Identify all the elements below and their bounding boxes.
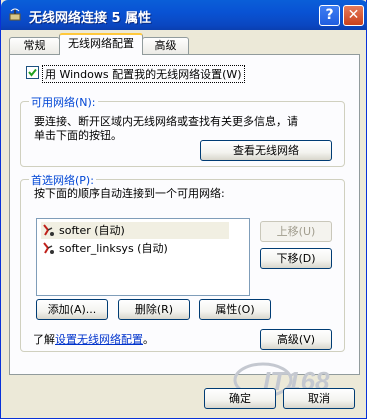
- learn-about-text: 了解设置无线网络配置。: [33, 331, 154, 347]
- add-button[interactable]: 添加(A)...: [36, 299, 108, 320]
- list-item[interactable]: softer_linksys (自动): [41, 240, 168, 257]
- tab-general[interactable]: 常规: [9, 37, 60, 54]
- checkmark-icon: [28, 68, 37, 77]
- available-description-line2: 单击下面的按钮。: [34, 129, 122, 142]
- title-bar[interactable]: 无线网络连接 5 属性 ? ✕: [1, 0, 367, 30]
- network-name: softer (自动): [59, 224, 125, 237]
- help-button[interactable]: ?: [319, 5, 340, 26]
- properties-dialog: 无线网络连接 5 属性 ? ✕ 常规 无线网络配置 高级 用 Windows 配…: [0, 0, 367, 419]
- list-item[interactable]: softer (自动): [41, 222, 229, 239]
- preferred-networks-list[interactable]: softer (自动) softer_linksys (自动): [36, 218, 250, 296]
- learn-prefix: 了解: [33, 333, 55, 346]
- preferred-description: 按下面的顺序自动连接到一个可用网络:: [34, 187, 225, 200]
- advanced-button[interactable]: 高级(V): [260, 329, 332, 350]
- available-networks-legend: 可用网络(N):: [29, 94, 98, 110]
- network-connection-icon: [9, 8, 21, 21]
- wireless-network-icon: [43, 224, 54, 236]
- ok-button[interactable]: 确定: [204, 388, 276, 409]
- move-down-button[interactable]: 下移(D): [260, 248, 332, 269]
- network-name: softer_linksys (自动): [59, 242, 168, 255]
- remove-button[interactable]: 删除(R): [118, 299, 190, 320]
- windows-config-checkbox[interactable]: [26, 66, 39, 79]
- learn-suffix: 。: [143, 333, 154, 346]
- windows-config-label[interactable]: 用 Windows 配置我的无线网络设置(W): [42, 65, 245, 83]
- tab-advanced[interactable]: 高级: [142, 37, 189, 54]
- move-up-button[interactable]: 上移(U): [260, 221, 332, 242]
- tab-wireless-networks[interactable]: 无线网络配置: [59, 33, 143, 55]
- wireless-network-icon: [43, 242, 54, 254]
- tab-strip: 常规 无线网络配置 高级: [1, 30, 367, 55]
- cancel-button[interactable]: 取消: [283, 388, 355, 409]
- properties-button[interactable]: 属性(O): [199, 299, 271, 320]
- close-button[interactable]: ✕: [343, 5, 364, 26]
- learn-setup-link[interactable]: 设置无线网络配置: [55, 333, 143, 346]
- window-title: 无线网络连接 5 属性: [29, 11, 152, 26]
- view-wireless-networks-button[interactable]: 查看无线网络: [200, 140, 332, 161]
